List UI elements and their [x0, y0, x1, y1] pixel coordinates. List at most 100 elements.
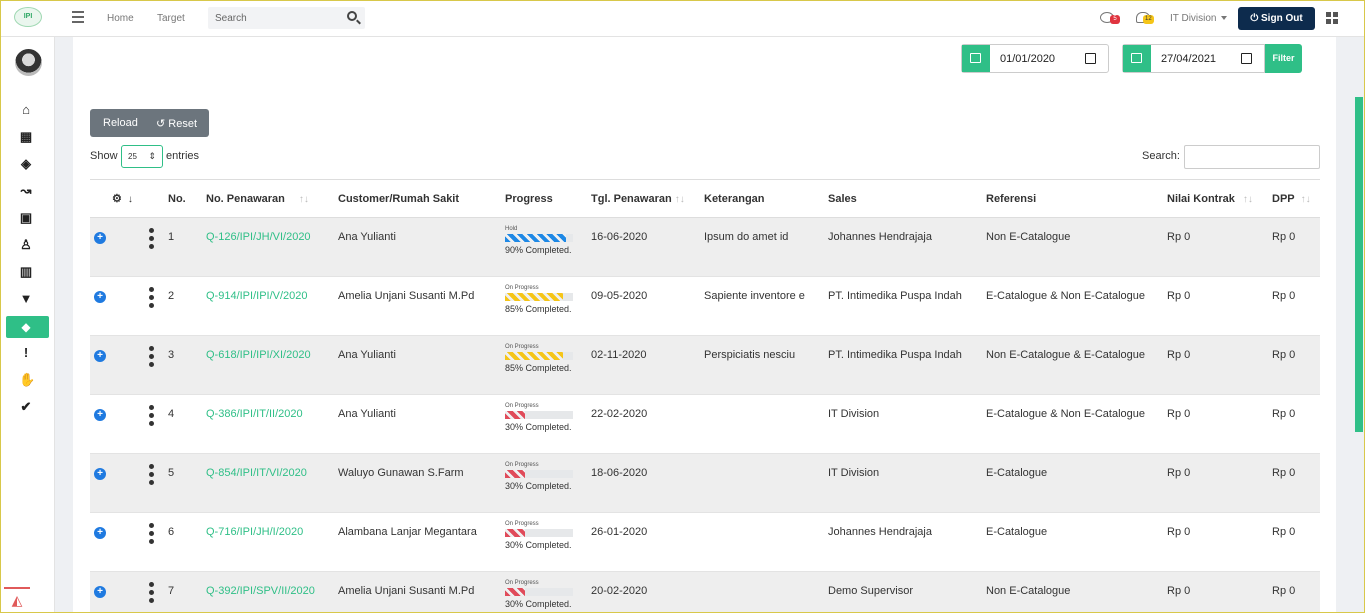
expand-row-icon[interactable]: +	[94, 409, 106, 421]
kebab-menu-icon[interactable]	[149, 405, 155, 429]
progress-status: Hold	[505, 226, 518, 232]
building-icon[interactable]: ▥	[19, 265, 33, 279]
progress-status: On Progress	[505, 344, 539, 350]
penawaran-link[interactable]: Q-854/IPI/IT/VI/2020	[206, 467, 307, 479]
date-from-value[interactable]: 01/01/2020	[1000, 53, 1055, 65]
truck-icon[interactable]: ▣	[19, 211, 33, 225]
expand-row-icon[interactable]: +	[94, 232, 106, 244]
reset-button[interactable]: ↺ Reset	[156, 117, 197, 130]
col-progress[interactable]: Progress	[505, 179, 591, 218]
col-progress-label: Progress	[505, 192, 553, 205]
gears-icon: ⚙	[112, 193, 122, 205]
penawaran-link[interactable]: Q-618/IPI/IPI/XI/2020	[206, 349, 311, 361]
page-scrollbar[interactable]	[1355, 97, 1363, 432]
home-icon[interactable]: ⌂	[19, 103, 33, 117]
dpp-cell: Rp 0	[1272, 276, 1320, 336]
col-dpp-label: DPP	[1272, 192, 1295, 205]
kebab-menu-icon[interactable]	[149, 582, 155, 606]
date-to-field[interactable]: 27/04/2021	[1122, 44, 1265, 73]
expand-cell: +	[90, 394, 110, 454]
keterangan-cell	[704, 453, 828, 513]
col-ref[interactable]: Referensi	[986, 179, 1167, 218]
hand-holding-icon[interactable]: ✋	[19, 373, 35, 387]
penawaran-link[interactable]: Q-392/IPI/SPV/II/2020	[206, 585, 315, 597]
col-dpp[interactable]: DPP ↑↓	[1272, 179, 1320, 218]
table-search-input[interactable]	[1184, 145, 1320, 169]
expand-row-icon[interactable]: +	[94, 468, 106, 480]
avatar[interactable]	[15, 49, 42, 76]
actions-cell	[110, 217, 168, 277]
calendar-icon	[1123, 45, 1151, 72]
filter-button[interactable]: Filter	[1265, 44, 1302, 73]
show-label: Show	[90, 150, 118, 162]
col-penawaran[interactable]: No. Penawaran ↑↓	[206, 179, 338, 218]
route-icon[interactable]: ↝	[19, 184, 33, 198]
actions-cell	[110, 335, 168, 395]
progress-bar	[505, 470, 573, 478]
menu-toggle-icon[interactable]	[72, 11, 84, 26]
layers-icon: ◆	[21, 320, 31, 334]
filter-dollar-icon[interactable]: ▼	[19, 292, 33, 306]
sort-desc-icon[interactable]: ↓	[128, 194, 133, 205]
expand-row-icon[interactable]: +	[94, 527, 106, 539]
col-customer[interactable]: Customer/Rumah Sakit	[338, 179, 505, 218]
exclamation-icon[interactable]: !	[19, 346, 33, 360]
row-no: 5	[168, 453, 206, 513]
expand-row-icon[interactable]: +	[94, 350, 106, 362]
date-picker-icon[interactable]	[1241, 53, 1252, 64]
sort-icon[interactable]: ↑↓	[1301, 194, 1311, 205]
nav-target-link[interactable]: Target	[157, 13, 185, 24]
date-to-value[interactable]: 27/04/2021	[1161, 53, 1216, 65]
expand-row-icon[interactable]: +	[94, 586, 106, 598]
reload-button[interactable]: Reload	[103, 117, 138, 129]
global-search[interactable]: Search	[208, 7, 365, 29]
search-input[interactable]: Search	[215, 13, 247, 24]
penawaran-link[interactable]: Q-126/IPI/JH/VI/2020	[206, 231, 311, 243]
date-picker-icon[interactable]	[1085, 53, 1096, 64]
progress-bar-fill	[505, 352, 563, 360]
apps-grid-icon[interactable]	[1326, 12, 1338, 24]
kebab-menu-icon[interactable]	[149, 346, 155, 370]
sign-out-button[interactable]: ⏻ Sign Out	[1238, 7, 1315, 30]
messages-badge: 5	[1110, 15, 1120, 24]
expand-cell: +	[90, 217, 110, 277]
col-nilai[interactable]: Nilai Kontrak ↑↓	[1167, 179, 1272, 218]
sales-cell: Johannes Hendrajaja	[828, 512, 986, 572]
sort-icon[interactable]: ↑↓	[1243, 194, 1253, 205]
progress-percent: 30% Completed.	[505, 540, 572, 550]
col-sales[interactable]: Sales	[828, 179, 986, 218]
row-no: 2	[168, 276, 206, 336]
user-tie-icon[interactable]: ♙	[19, 238, 33, 252]
kebab-menu-icon[interactable]	[149, 228, 155, 252]
sort-icon[interactable]: ↑↓	[675, 194, 685, 205]
app-logo[interactable]: IPI	[14, 7, 42, 27]
tgl-cell: 02-11-2020	[591, 335, 704, 395]
col-tgl-label: Tgl. Penawaran	[591, 192, 672, 205]
kebab-menu-icon[interactable]	[149, 287, 155, 311]
briefcase-icon[interactable]: ▦	[19, 130, 33, 144]
row-no: 1	[168, 217, 206, 277]
penawaran-link[interactable]: Q-914/IPI/IPI/V/2020	[206, 290, 308, 302]
referensi-cell: E-Catalogue & Non E-Catalogue	[986, 276, 1167, 336]
map-icon[interactable]: ◈	[19, 157, 33, 171]
col-tgl[interactable]: Tgl. Penawaran ↑↓	[591, 179, 704, 218]
expand-row-icon[interactable]: +	[94, 291, 106, 303]
customer-cell: Ana Yulianti	[338, 394, 505, 454]
nav-home-link[interactable]: Home	[107, 13, 134, 24]
keterangan-cell: Perspiciatis nesciu	[704, 335, 828, 395]
sidebar-item-penawaran[interactable]: ◆	[6, 316, 49, 338]
col-ket[interactable]: Keterangan	[704, 179, 828, 218]
sort-icon[interactable]: ↑↓	[299, 194, 309, 205]
sidebar: ⌂ ▦ ◈ ↝ ▣ ♙ ▥ ▼ ◆ ! ✋ ✔ ◭	[0, 37, 55, 613]
penawaran-link[interactable]: Q-386/IPI/IT/II/2020	[206, 408, 303, 420]
col-no[interactable]: No.	[168, 179, 206, 218]
kebab-menu-icon[interactable]	[149, 464, 155, 488]
penawaran-link[interactable]: Q-716/IPI/JH/I/2020	[206, 526, 303, 538]
kebab-menu-icon[interactable]	[149, 523, 155, 547]
search-icon[interactable]	[347, 11, 357, 21]
date-from-field[interactable]: 01/01/2020	[961, 44, 1109, 73]
org-dropdown[interactable]: IT Division	[1170, 13, 1227, 24]
check-circle-icon[interactable]: ✔	[19, 400, 33, 414]
nilai-kontrak-cell: Rp 0	[1167, 217, 1272, 277]
page-length-select[interactable]: 25	[121, 145, 163, 168]
